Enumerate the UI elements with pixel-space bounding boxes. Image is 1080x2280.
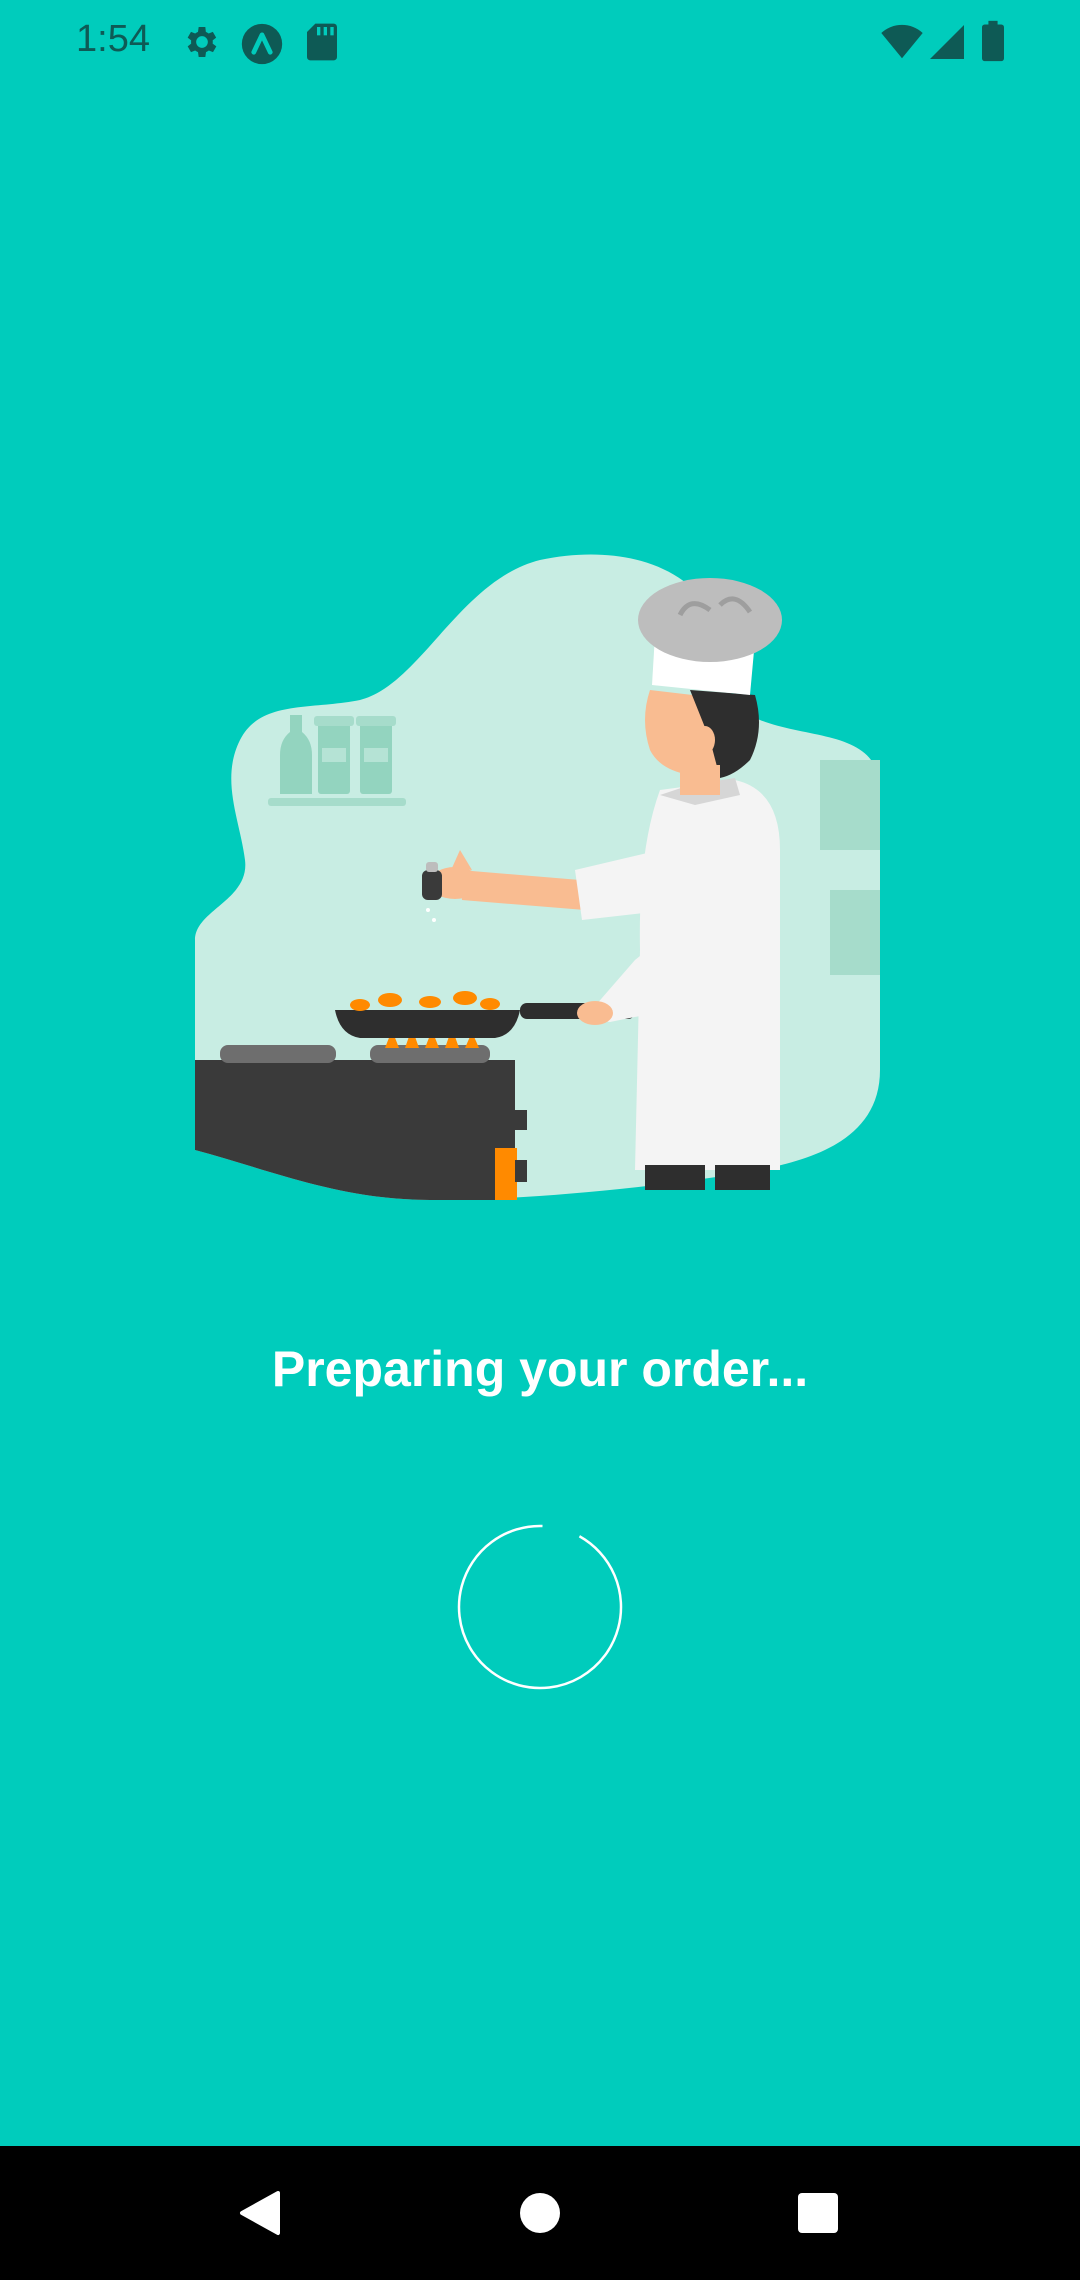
sd-card-icon	[304, 22, 340, 67]
status-bar: 1:54	[0, 0, 1080, 86]
back-button[interactable]	[190, 2146, 330, 2280]
home-button[interactable]	[470, 2146, 610, 2280]
battery-icon	[982, 20, 1004, 67]
app-logo-icon	[240, 22, 284, 71]
chef-cooking-illustration	[190, 550, 890, 1220]
navigation-bar	[0, 2146, 1080, 2280]
home-icon	[520, 2193, 560, 2233]
wifi-icon	[880, 24, 924, 65]
loading-spinner	[457, 1524, 623, 1690]
status-time: 1:54	[76, 18, 150, 60]
preparing-order-title: Preparing your order...	[271, 1341, 809, 1397]
recents-icon	[798, 2193, 838, 2233]
cell-signal-icon	[930, 24, 964, 65]
gear-icon	[182, 22, 222, 67]
back-icon	[240, 2191, 280, 2235]
recents-button[interactable]	[748, 2146, 888, 2280]
